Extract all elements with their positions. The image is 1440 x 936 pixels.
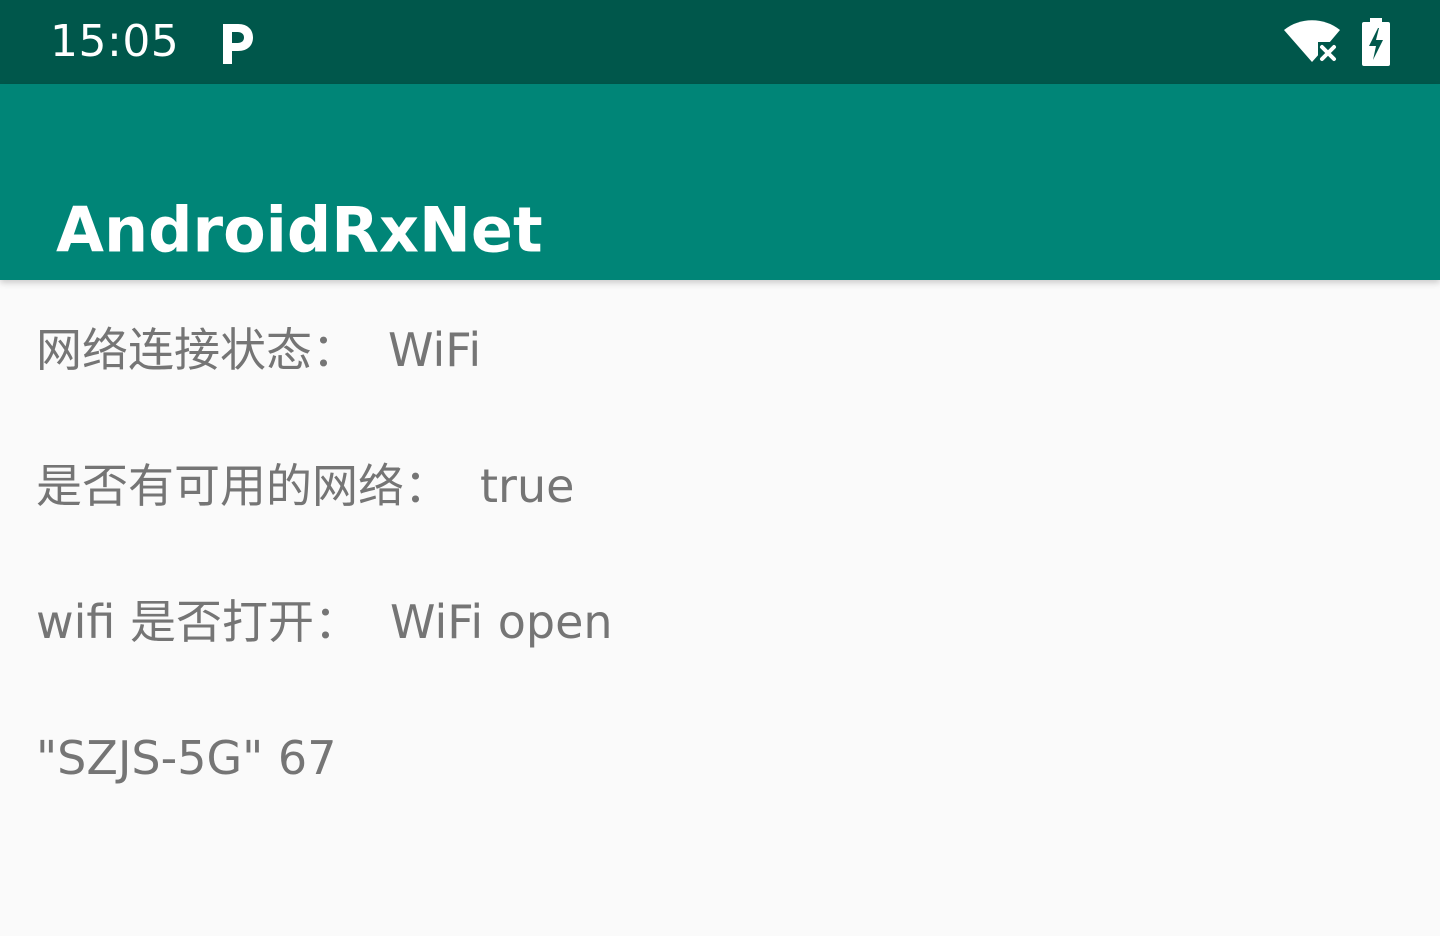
network-available-label: 是否有可用的网络： (36, 459, 450, 513)
wifi-off-icon (1284, 20, 1340, 64)
main-content: 网络连接状态： WiFi 是否有可用的网络： true wifi 是否打开： WiFi… (0, 280, 1440, 936)
status-time: 15:05 (50, 16, 180, 67)
network-status-value: WiFi (388, 323, 482, 377)
wifi-ssid-signal-text: "SZJS-5G" 67 (36, 731, 337, 785)
app-title: AndroidRxNet (56, 193, 543, 267)
network-available-line: 是否有可用的网络： true (36, 456, 574, 516)
network-status-label: 网络连接状态： (36, 323, 358, 377)
parking-icon (223, 24, 253, 64)
wifi-enabled-line: wifi 是否打开： WiFi open (36, 592, 613, 652)
wifi-ssid-signal-line: "SZJS-5G" 67 (36, 728, 336, 788)
status-bar: 15:05 (0, 0, 1440, 84)
battery-charging-icon (1362, 18, 1390, 66)
network-available-value: true (480, 459, 575, 513)
network-status-line: 网络连接状态： WiFi (36, 320, 481, 380)
app-bar: AndroidRxNet (0, 84, 1440, 280)
wifi-enabled-label: wifi 是否打开： (36, 595, 360, 649)
wifi-enabled-value: WiFi open (390, 595, 613, 649)
